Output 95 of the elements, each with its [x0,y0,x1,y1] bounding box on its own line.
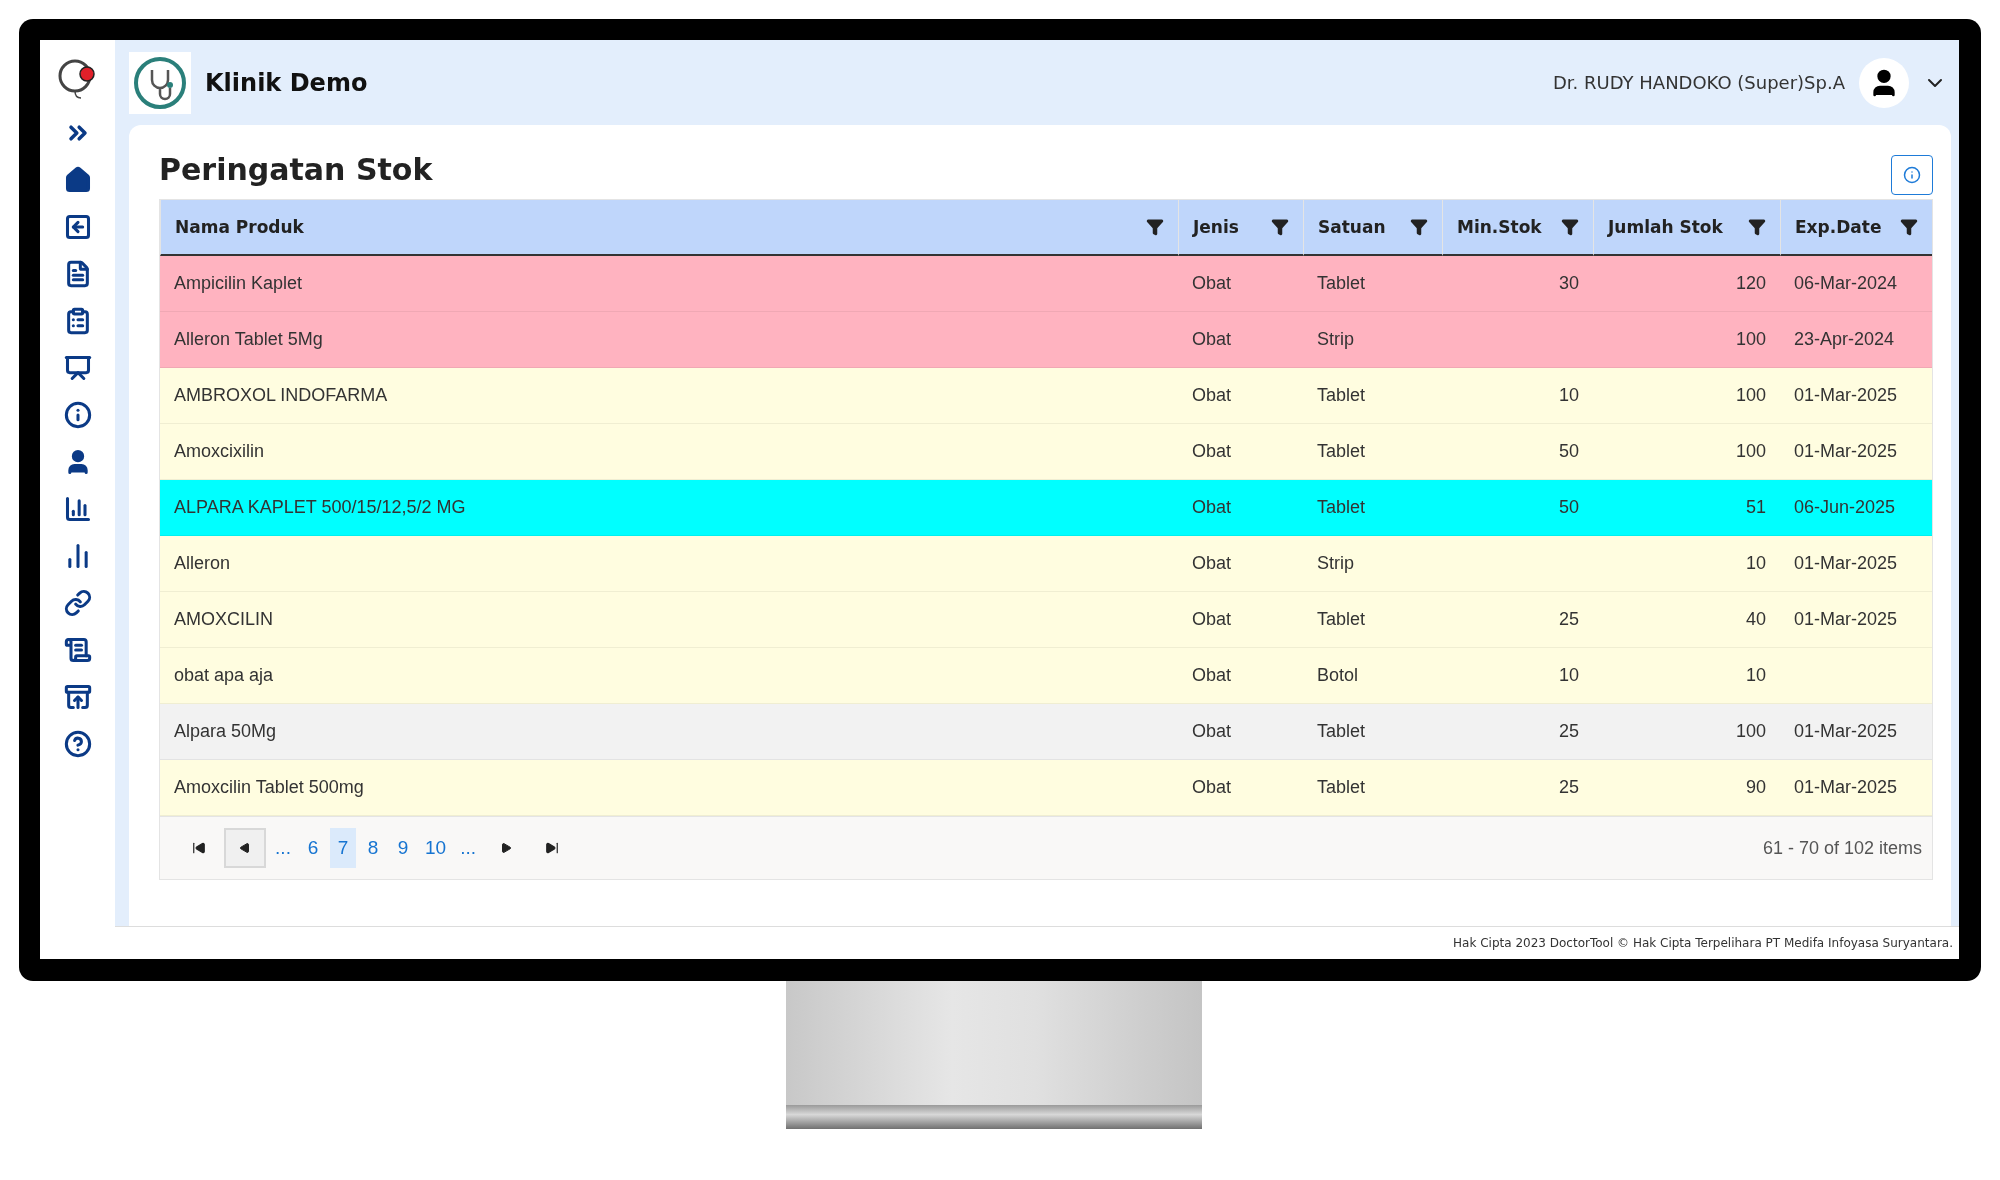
table-cell: AMBROXOL INDOFARMA [160,368,1178,425]
page-link[interactable]: ... [455,828,482,869]
table-cell: Obat [1178,312,1303,369]
column-label: Satuan [1318,217,1386,238]
page-link[interactable]: 7 [330,828,356,869]
clinic-name: Klinik Demo [205,68,369,97]
table-cell: Obat [1178,424,1303,481]
table-cell: Obat [1178,256,1303,313]
table-cell: 100 [1593,424,1780,481]
page-link[interactable]: 10 [420,828,452,869]
filter-icon[interactable] [1900,218,1918,237]
page-link[interactable]: ... [270,828,296,869]
table-cell: Amoxcixilin [160,424,1178,481]
previous-page-button[interactable] [224,828,266,869]
table-cell: 10 [1442,368,1593,425]
table-cell: 25 [1442,592,1593,649]
info-button[interactable] [1891,155,1933,196]
table-cell: 10 [1593,648,1780,705]
table-cell: Obat [1178,704,1303,761]
table-cell: obat apa aja [160,648,1178,705]
triangle-left-icon [239,842,251,855]
skip-first-icon [192,841,206,856]
table-cell: Alleron Tablet 5Mg [160,312,1178,369]
table-cell: 06-Jun-2025 [1780,480,1932,537]
table-cell: 100 [1593,312,1780,369]
table-cell: Strip [1303,536,1442,593]
table-cell: 120 [1593,256,1780,313]
page-link[interactable]: 8 [360,828,386,869]
table-cell: Obat [1178,368,1303,425]
table-cell: Obat [1178,480,1303,537]
table-cell: 10 [1442,648,1593,705]
column-label: Jumlah Stok [1608,217,1723,238]
items-summary: 61 - 70 of 102 items [1762,837,1922,859]
table-cell: Tablet [1303,480,1442,537]
table-cell: Obat [1178,592,1303,649]
table-cell: 50 [1442,424,1593,481]
column-label: Min.Stok [1457,217,1542,238]
table-cell: 10 [1593,536,1780,593]
table-cell: 01-Mar-2025 [1780,704,1932,761]
table-cell: 01-Mar-2025 [1780,592,1932,649]
table-cell: Alleron [160,536,1178,593]
column-header[interactable]: Jenis [1178,200,1303,257]
page-link[interactable]: 9 [390,828,416,869]
filter-icon[interactable] [1410,218,1428,237]
column-header[interactable]: Nama Produk [160,200,1178,257]
table-cell: 50 [1442,480,1593,537]
page-link[interactable]: 6 [300,828,326,869]
column-label: Jenis [1193,217,1239,238]
table-cell: Tablet [1303,704,1442,761]
table-cell: Obat [1178,760,1303,817]
user-name: Dr. RUDY HANDOKO (Super)Sp.A [1552,72,1845,94]
filter-icon[interactable] [1748,218,1766,237]
table-cell: Amoxcilin Tablet 500mg [160,760,1178,817]
triangle-right-icon [500,842,513,855]
column-label: Nama Produk [175,217,304,238]
table-cell: AMOXCILIN [160,592,1178,649]
table-cell: 01-Mar-2025 [1780,368,1932,425]
column-header[interactable]: Satuan [1303,200,1442,257]
table-cell: Tablet [1303,368,1442,425]
table-cell: Tablet [1303,760,1442,817]
skip-last-icon [545,841,560,856]
table-cell: 30 [1442,256,1593,313]
table-cell: 25 [1442,704,1593,761]
user-avatar[interactable] [1859,57,1909,108]
table-cell: Ampicilin Kaplet [160,256,1178,313]
table-cell: Alpara 50Mg [160,704,1178,761]
filter-icon[interactable] [1271,218,1289,237]
table-cell: Tablet [1303,256,1442,313]
table-cell: 100 [1593,368,1780,425]
table-cell: 01-Mar-2025 [1780,424,1932,481]
table-cell: Tablet [1303,424,1442,481]
page-title: Peringatan Stok [159,151,433,187]
filter-icon[interactable] [1146,218,1164,237]
column-header[interactable]: Min.Stok [1442,200,1593,257]
column-label: Exp.Date [1795,217,1882,238]
table-cell: 100 [1593,704,1780,761]
table-cell: Obat [1178,536,1303,593]
table-cell: 01-Mar-2025 [1780,536,1932,593]
table-cell: 90 [1593,760,1780,817]
table-cell: 06-Mar-2024 [1780,256,1932,313]
table-cell: Botol [1303,648,1442,705]
table-cell: ALPARA KAPLET 500/15/12,5/2 MG [160,480,1178,537]
copyright-text: Hak Cipta 2023 DoctorTool © Hak Cipta Terpelihara PT Medifa Infoyasa Suryantara. [1453,936,1953,951]
table-cell: 40 [1593,592,1780,649]
table-cell: Tablet [1303,592,1442,649]
column-header[interactable]: Exp.Date [1780,200,1932,257]
table-cell: 25 [1442,760,1593,817]
table-cell: 23-Apr-2024 [1780,312,1932,369]
column-header[interactable]: Jumlah Stok [1593,200,1780,257]
info-icon [1903,166,1921,185]
table-cell: Obat [1178,648,1303,705]
table-cell: 51 [1593,480,1780,537]
table-cell: 01-Mar-2025 [1780,760,1932,817]
table-cell: Strip [1303,312,1442,369]
filter-icon[interactable] [1561,218,1579,237]
